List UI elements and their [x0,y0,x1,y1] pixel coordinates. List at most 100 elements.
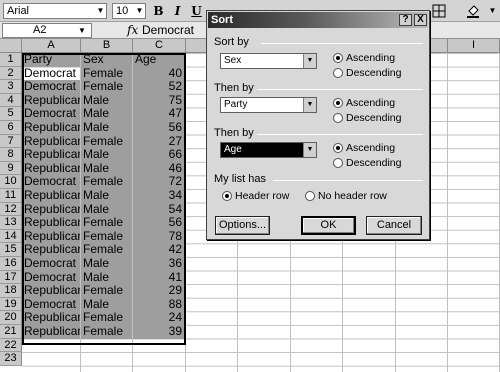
row-header[interactable]: 12 [0,202,22,217]
cell-age[interactable]: 34 [133,189,185,203]
cell-party[interactable]: Republican [22,161,80,176]
cell-sex[interactable]: Male [81,107,132,121]
dialog-title-bar[interactable]: Sort ? X [208,12,428,28]
no-header-row-radio[interactable]: No header row [305,190,387,202]
cell-sex[interactable]: Female [81,325,132,339]
cell-age[interactable]: 66 [133,148,185,162]
row-header[interactable]: 3 [0,80,22,94]
then-by-1-descending-radio[interactable]: Descending [333,112,401,124]
row-header[interactable]: 5 [0,107,22,121]
cell-party[interactable]: Republican [22,134,80,149]
cell-age[interactable]: 36 [133,257,185,271]
row-header[interactable]: 9 [0,161,22,176]
sort-by-descending-radio[interactable]: Descending [333,67,401,79]
cell-party[interactable] [22,339,80,353]
chevron-down-icon[interactable]: ▼ [303,143,316,157]
chevron-down-icon[interactable]: ▼ [303,98,316,112]
cell-age[interactable]: 56 [133,216,185,230]
cell-party[interactable]: Republican [22,311,80,325]
cell-sex[interactable]: Female [81,175,132,189]
cell-party[interactable] [22,352,80,366]
cell-age[interactable]: Age [133,53,185,67]
row-header[interactable]: 4 [0,93,22,108]
cell-age[interactable]: 54 [133,202,185,217]
cell-sex[interactable]: Male [81,297,132,312]
italic-button[interactable]: I [169,3,186,19]
cell-age[interactable]: 47 [133,107,185,121]
cell-age[interactable]: 46 [133,161,185,176]
cell-sex[interactable]: Female [81,134,132,149]
cell-age[interactable]: 41 [133,270,185,285]
row-header[interactable]: 19 [0,297,22,312]
cell-age[interactable]: 88 [133,297,185,312]
then-by-1-select[interactable]: Party ▼ [220,97,317,113]
cell-sex[interactable]: Male [81,161,132,176]
cell-sex[interactable]: Female [81,80,132,94]
cell-age[interactable]: 24 [133,311,185,325]
sort-by-ascending-radio[interactable]: Ascending [333,52,395,64]
cell-age[interactable] [133,352,185,366]
cell-sex[interactable]: Female [81,216,132,230]
row-header[interactable]: 6 [0,121,22,135]
options-button[interactable]: Options... [215,216,270,235]
row-header[interactable]: 18 [0,284,22,298]
cell-party[interactable]: Republican [22,284,80,298]
cell-party[interactable]: Republican [22,202,80,217]
then-by-2-descending-radio[interactable]: Descending [333,157,401,169]
cancel-button[interactable]: Cancel [366,216,422,235]
row-header[interactable]: 10 [0,175,22,189]
cell-party[interactable]: Republican [22,325,80,339]
cell-age[interactable]: 75 [133,93,185,108]
bold-button[interactable]: B [150,3,167,19]
font-size-dropdown-icon[interactable]: ▼ [133,4,146,18]
cell-party[interactable]: Democrat [22,270,80,285]
cell-age[interactable]: 52 [133,80,185,94]
cell-sex[interactable]: Male [81,202,132,217]
underline-button[interactable]: U [188,3,205,19]
borders-icon[interactable] [432,4,448,18]
cell-age[interactable] [133,339,185,353]
cell-sex[interactable]: Male [81,257,132,271]
help-button[interactable]: ? [399,14,412,26]
ok-button[interactable]: OK [301,216,356,235]
row-header[interactable]: 23 [0,352,22,366]
cell-age[interactable]: 40 [133,66,185,81]
cell-party[interactable]: Republican [22,216,80,230]
insert-function-icon[interactable]: fx [127,23,138,38]
row-header[interactable]: 20 [0,311,22,325]
row-header[interactable]: 11 [0,189,22,203]
row-header[interactable]: 13 [0,216,22,230]
column-header[interactable]: B [81,39,133,53]
cell-sex[interactable]: Sex [81,53,132,67]
cell-age[interactable]: 56 [133,121,185,135]
cell-party[interactable]: Party [22,53,80,67]
cell-age[interactable]: 39 [133,325,185,339]
cell-party[interactable]: Republican [22,148,80,162]
close-button[interactable]: X [414,14,427,26]
then-by-2-ascending-radio[interactable]: Ascending [333,142,395,154]
cell-sex[interactable]: Male [81,148,132,162]
row-header[interactable]: 21 [0,325,22,339]
row-header[interactable]: 15 [0,243,22,257]
cell-party[interactable]: Republican [22,243,80,257]
cell-age[interactable]: 78 [133,229,185,244]
column-header[interactable]: I [448,39,500,53]
column-header[interactable]: C [133,39,186,53]
chevron-down-icon[interactable]: ▼ [303,54,316,68]
cell-sex[interactable]: Male [81,189,132,203]
cell-party[interactable]: Democrat [22,80,80,94]
cell-sex[interactable]: Female [81,229,132,244]
cell-party[interactable]: Republican [22,121,80,135]
cell-sex[interactable]: Female [81,311,132,325]
cell-party[interactable]: Republican [22,93,80,108]
name-box-dropdown-icon[interactable]: ▼ [78,24,86,37]
row-header[interactable]: 17 [0,270,22,285]
row-header[interactable]: 22 [0,338,22,353]
cell-party[interactable]: Democrat [22,297,80,312]
font-name-dropdown-icon[interactable]: ▼ [94,4,107,18]
cell-party[interactable]: Democrat [22,107,80,121]
cell-sex[interactable] [81,339,132,353]
cell-age[interactable]: 42 [133,243,185,257]
row-header[interactable]: 16 [0,257,22,271]
cell-party[interactable]: Republican [22,229,80,244]
